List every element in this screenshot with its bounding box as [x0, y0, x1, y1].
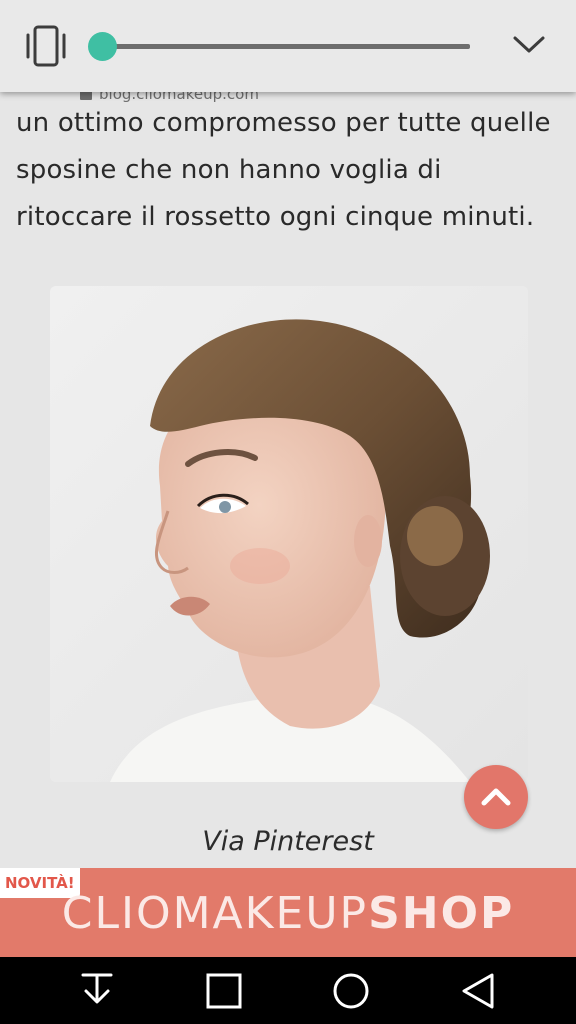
article-photo [50, 286, 528, 782]
ad-brand-regular: CLIOMAKEUP [61, 888, 369, 939]
download-icon[interactable] [75, 969, 119, 1013]
bride-portrait-image [50, 286, 528, 782]
chevron-up-icon [481, 788, 511, 806]
ad-banner[interactable]: NOVITÀ! CLIOMAKEUPSHOP [0, 868, 576, 957]
photo-caption: Via Pinterest [202, 826, 374, 857]
scroll-to-top-button[interactable] [464, 765, 528, 829]
navigation-bar [0, 957, 576, 1024]
volume-slider-track[interactable] [102, 44, 470, 49]
article-line: sposine che non hanno voglia di [16, 155, 442, 185]
ad-brand: CLIOMAKEUPSHOP [0, 888, 576, 939]
back-icon[interactable] [456, 969, 500, 1013]
phone-screen: blog.cliomakeup.com un ottimo compromess… [0, 0, 576, 1024]
chevron-down-icon[interactable] [512, 30, 546, 58]
volume-panel [0, 0, 576, 92]
article-line: ritoccare il rossetto ogni cinque minuti… [16, 202, 535, 232]
ad-brand-bold: SHOP [368, 888, 515, 939]
volume-slider-thumb[interactable] [88, 32, 117, 61]
article-line: un ottimo compromesso per tutte quelle [16, 108, 551, 138]
recents-icon[interactable] [202, 969, 246, 1013]
home-icon[interactable] [329, 969, 373, 1013]
article-content: blog.cliomakeup.com un ottimo compromess… [0, 0, 576, 868]
article-paragraph: un ottimo compromesso per tutte quelle s… [16, 100, 576, 241]
vibrate-icon[interactable] [23, 25, 69, 67]
